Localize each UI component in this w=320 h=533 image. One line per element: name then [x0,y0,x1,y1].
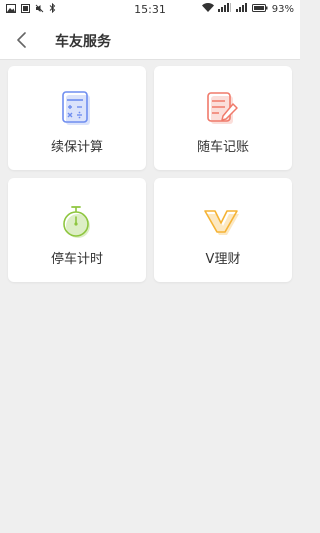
notepad-edit-icon [207,92,238,124]
service-label: 停车计时 [50,252,103,267]
signal-2-icon [235,3,248,15]
service-card-parking-timer[interactable]: 停车计时 [8,178,146,282]
status-right-icons: 93% [201,3,294,15]
service-label: V理财 [205,252,241,267]
stopwatch-icon [63,206,90,238]
wifi-icon [201,3,214,15]
battery-icon [251,3,268,15]
back-button[interactable] [10,28,34,52]
page-title: 车友服务 [55,34,111,50]
chevron-left-icon [17,32,26,48]
calculator-icon [62,91,90,125]
signal-icon [217,3,232,15]
service-card-car-accounting[interactable]: 随车记账 [154,66,292,170]
service-card-v-finance[interactable]: V理财 [154,178,292,282]
battery-percent: 93% [271,3,294,15]
service-label: 续保计算 [50,140,103,155]
nav-bar: 车友服务 [0,20,300,60]
service-card-renewal-calc[interactable]: 续保计算 [8,66,146,170]
v-finance-icon [204,210,239,235]
service-label: 随车记账 [196,140,249,155]
status-bar: 15:31 93% [0,0,300,20]
